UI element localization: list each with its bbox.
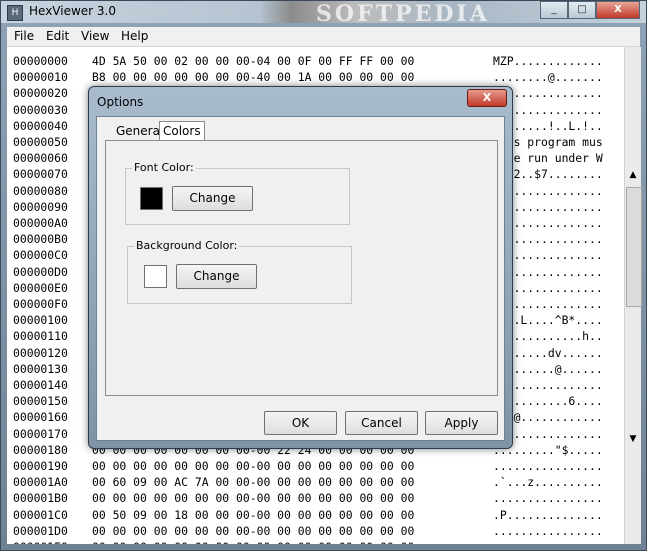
hex-offset: 00000050 xyxy=(13,135,68,149)
hex-bytes: 4D 5A 50 00 02 00 00 00-04 00 0F 00 FF F… xyxy=(92,54,415,68)
hex-offset: 00000190 xyxy=(13,459,68,473)
hex-offset: 000000D0 xyxy=(13,264,68,279)
font-color-label: Font Color: xyxy=(132,161,196,174)
minimize-button[interactable]: _ xyxy=(540,1,568,19)
hex-offset: 000001D0 xyxy=(13,523,68,538)
close-button[interactable]: X xyxy=(596,1,640,19)
dialog-button-row: OK Cancel Apply xyxy=(97,401,504,440)
hex-bytes: 00 00 00 00 00 00 00 00-00 00 00 00 00 0… xyxy=(92,540,414,544)
hex-offset: 00000000 xyxy=(13,54,68,68)
hex-offset: 00000070 xyxy=(13,167,68,182)
colors-tab-panel: Font Color: Change Background Color: Cha… xyxy=(105,140,498,396)
hex-ascii: .`...z.......... xyxy=(493,475,603,490)
hex-offset: 00000090 xyxy=(13,199,68,214)
hex-ascii: ........@....... xyxy=(493,70,603,85)
scroll-down-icon[interactable]: ▼ xyxy=(625,431,641,447)
ok-button[interactable]: OK xyxy=(264,411,337,435)
hex-offset: 00000150 xyxy=(13,394,68,409)
hex-bytes: 00 50 09 00 18 00 00 00-00 00 00 00 00 0… xyxy=(92,507,415,522)
hex-offset: 00000180 xyxy=(13,442,68,457)
hex-bytes: 00 00 00 00 00 00 00 00-00 00 00 00 00 0… xyxy=(92,491,415,506)
background-color-group: Background Color: Change xyxy=(127,239,352,304)
cancel-button[interactable]: Cancel xyxy=(345,411,418,435)
hex-offset: 000001A0 xyxy=(13,475,68,490)
hex-bytes: B8 00 00 00 00 00 00 00-40 00 1A 00 00 0… xyxy=(92,70,415,85)
hex-offset: 000000E0 xyxy=(13,280,68,295)
hex-offset: 000001E0 xyxy=(13,540,68,544)
menu-bar: File Edit View Help xyxy=(7,27,640,47)
hex-offset: 00000110 xyxy=(13,329,68,344)
hex-ascii: ................ xyxy=(493,523,603,538)
caption-buttons: _ □ X xyxy=(540,1,640,19)
hex-ascii: .P.............. xyxy=(493,507,603,522)
background-color-swatch xyxy=(144,265,167,288)
scroll-thumb[interactable] xyxy=(626,187,642,307)
menu-edit[interactable]: Edit xyxy=(46,29,69,43)
menu-view[interactable]: View xyxy=(81,29,109,43)
hex-offset: 00000140 xyxy=(13,378,68,392)
options-dialog: Options X General Colors Font Color: Cha… xyxy=(88,86,513,449)
tab-colors[interactable]: Colors xyxy=(159,121,205,141)
hex-offset: 000001C0 xyxy=(13,507,68,522)
apply-button[interactable]: Apply xyxy=(425,411,498,435)
hex-offset: 000000B0 xyxy=(13,232,68,247)
font-color-change-button[interactable]: Change xyxy=(172,186,253,211)
app-icon: H xyxy=(7,5,23,21)
window-title: HexViewer 3.0 xyxy=(29,4,116,18)
hex-offset: 000000C0 xyxy=(13,248,68,263)
dialog-close-button[interactable]: X xyxy=(467,89,507,107)
hex-offset: 00000130 xyxy=(13,361,68,376)
maximize-button[interactable]: □ xyxy=(568,1,596,19)
softpedia-watermark: SOFTPEDIA xyxy=(316,1,490,27)
dialog-body: General Colors Font Color: Change Backgr… xyxy=(96,116,505,441)
background-color-label: Background Color: xyxy=(134,239,240,252)
dialog-title: Options xyxy=(97,95,144,109)
hex-ascii: ................ xyxy=(493,491,603,506)
hex-offset: 00000030 xyxy=(13,102,68,117)
vertical-scrollbar[interactable]: ▲ ▼ xyxy=(624,47,642,544)
hex-offset: 000000A0 xyxy=(13,216,68,230)
hex-offset: 00000160 xyxy=(13,410,68,425)
hex-offset: 00000040 xyxy=(13,118,68,133)
font-color-swatch xyxy=(140,187,163,210)
hex-ascii: ................ xyxy=(493,540,603,544)
hex-offset: 00000170 xyxy=(13,426,68,441)
title-bar[interactable]: H HexViewer 3.0 SOFTPEDIA _ □ X xyxy=(1,1,646,27)
hex-offset: 000001B0 xyxy=(13,491,68,506)
menu-file[interactable]: File xyxy=(14,29,34,43)
scroll-up-icon[interactable]: ▲ xyxy=(625,167,641,183)
hex-offset: 00000120 xyxy=(13,345,68,360)
hex-offset: 00000100 xyxy=(13,313,68,328)
font-color-group: Font Color: Change xyxy=(125,161,350,225)
background-color-change-button[interactable]: Change xyxy=(176,264,257,289)
hex-offset: 00000020 xyxy=(13,86,68,101)
hex-offset: 00000060 xyxy=(13,151,68,166)
menu-help[interactable]: Help xyxy=(121,29,148,43)
hex-offset: 000000F0 xyxy=(13,297,68,311)
hex-ascii: MZP............. xyxy=(493,54,603,68)
hex-ascii: ................ xyxy=(493,459,603,473)
hex-bytes: 00 00 00 00 00 00 00 00-00 00 00 00 00 0… xyxy=(92,459,415,473)
hex-bytes: 00 60 09 00 AC 7A 00 00-00 00 00 00 00 0… xyxy=(92,475,415,490)
hex-offset: 00000080 xyxy=(13,183,68,198)
hex-offset: 00000010 xyxy=(13,70,68,85)
hex-bytes: 00 00 00 00 00 00 00 00-00 00 00 00 00 0… xyxy=(92,523,415,538)
